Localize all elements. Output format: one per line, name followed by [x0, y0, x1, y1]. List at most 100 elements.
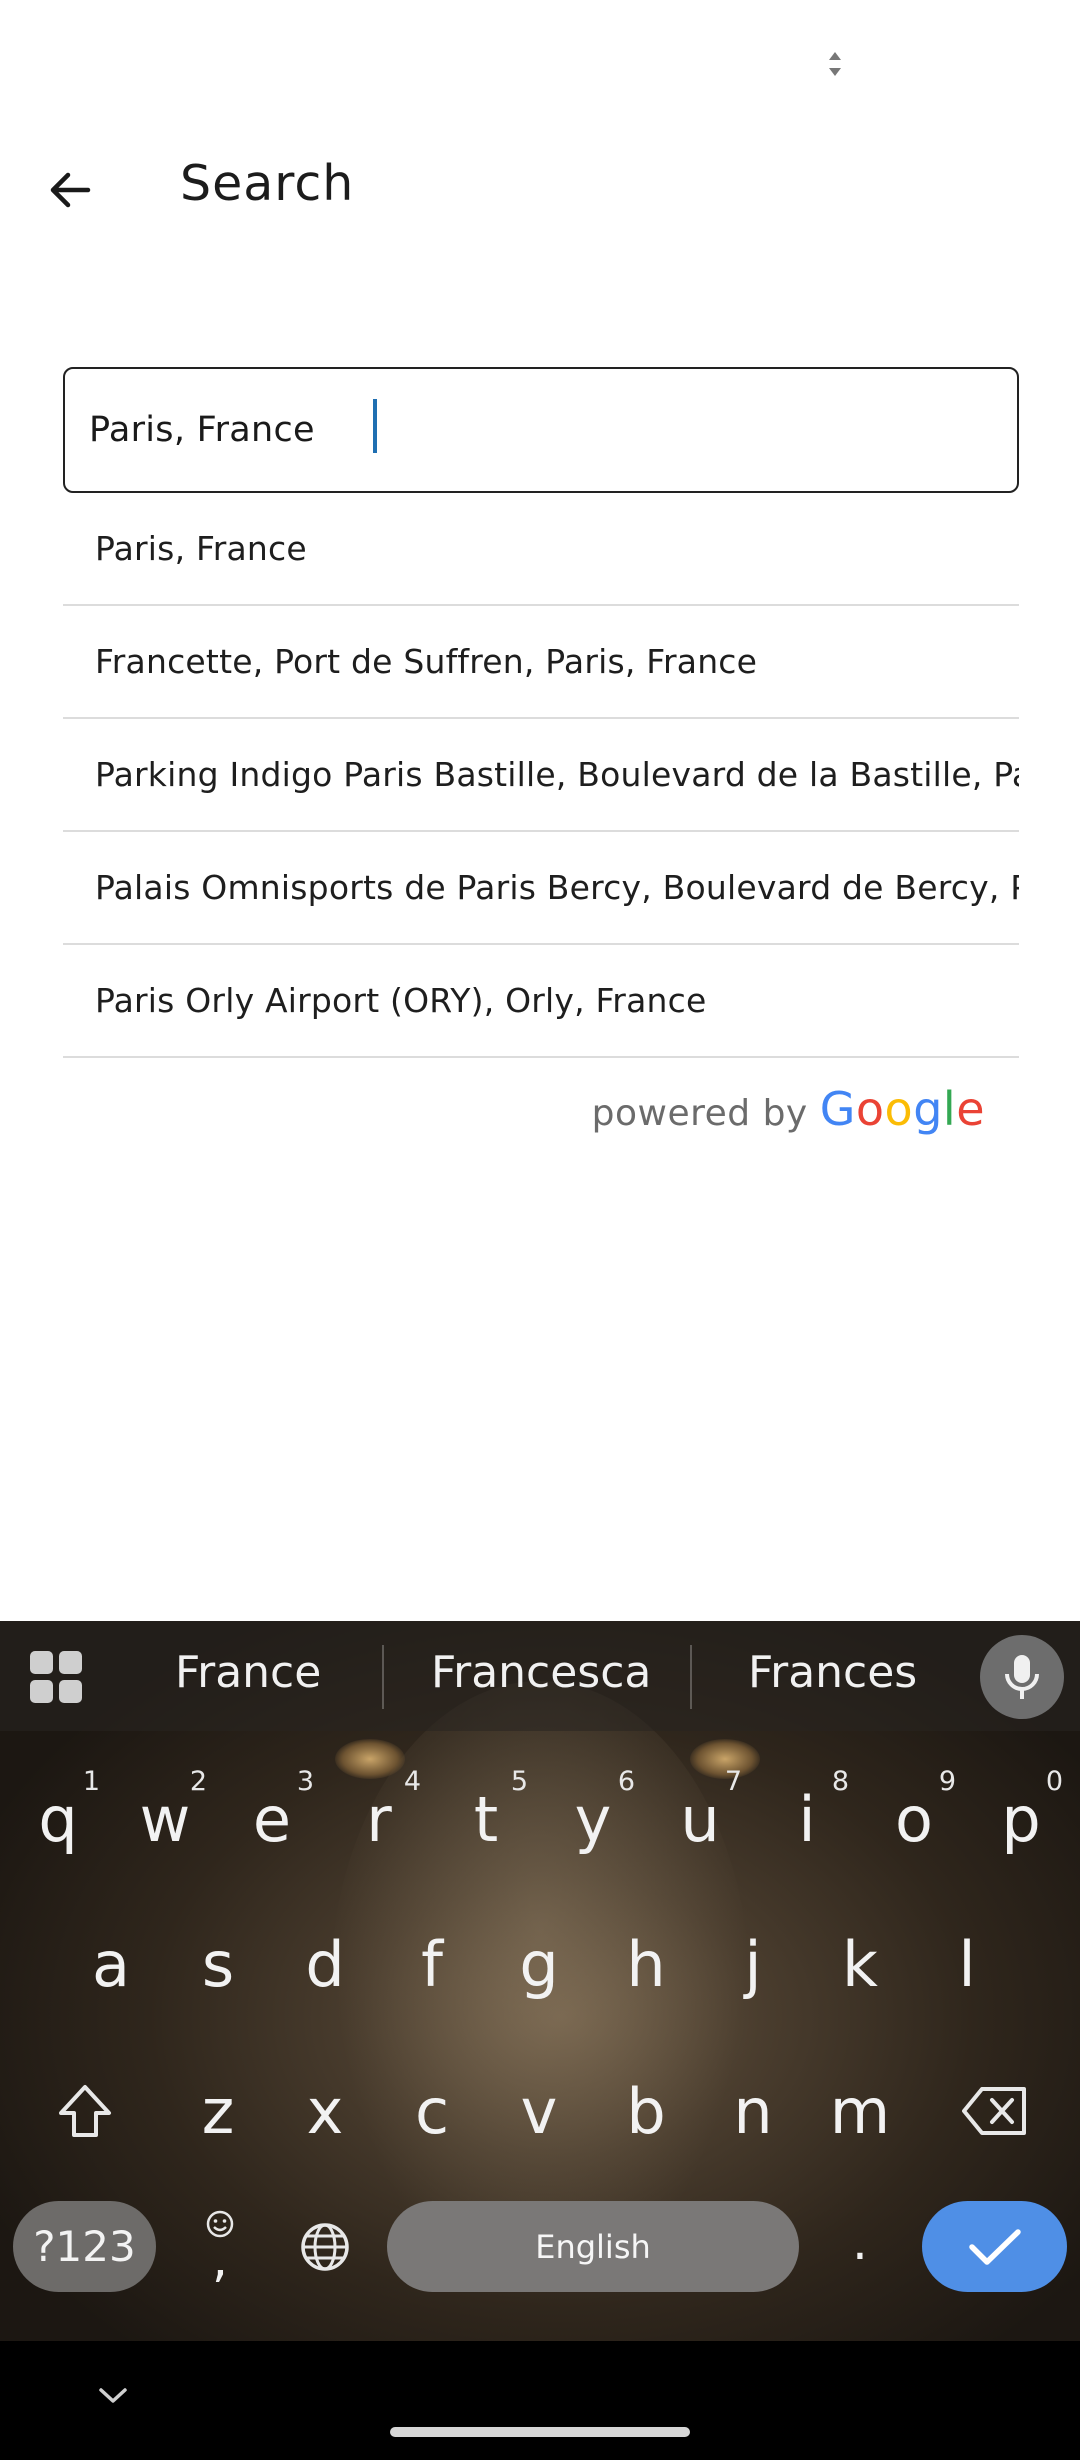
search-input[interactable] — [89, 369, 969, 491]
globe-icon — [301, 2222, 349, 2271]
language-key[interactable] — [285, 2201, 365, 2292]
word-suggestion[interactable]: Frances — [748, 1647, 917, 1698]
key-number-hint: 0 — [1045, 1766, 1063, 1797]
text-cursor — [373, 399, 377, 453]
key-number-hint: 8 — [831, 1766, 849, 1797]
suggestion-label: Francette, Port de Suffren, Paris, Franc… — [95, 642, 758, 681]
google-logo-letter: G — [819, 1082, 856, 1136]
back-button[interactable] — [28, 148, 112, 232]
data-activity-icon — [829, 52, 841, 76]
key-number-hint: 4 — [403, 1766, 421, 1797]
comma-emoji-key[interactable]: , — [190, 2189, 250, 2299]
google-logo: Google — [820, 1082, 985, 1136]
checkmark-icon — [968, 2228, 1021, 2265]
key-k[interactable]: k — [810, 1911, 910, 2019]
key-label: z — [201, 2075, 235, 2148]
key-g[interactable]: g — [489, 1911, 589, 2019]
key-n[interactable]: n — [703, 2058, 803, 2166]
key-number-hint: 2 — [189, 1766, 207, 1797]
key-label: b — [626, 2075, 666, 2148]
key-number-hint: 1 — [82, 1766, 100, 1797]
key-j[interactable]: j — [703, 1911, 803, 2019]
suggestion-label: Paris Orly Airport (ORY), Orly, France — [95, 981, 707, 1020]
key-a[interactable]: a — [61, 1911, 161, 2019]
search-field[interactable] — [63, 367, 1019, 493]
attribution-prefix: powered by — [591, 1093, 808, 1134]
suggestion-item[interactable]: Parking Indigo Paris Bastille, Boulevard… — [63, 719, 1019, 832]
comma-label: , — [212, 2230, 228, 2288]
key-h[interactable]: h — [596, 1911, 696, 2019]
key-y[interactable]: y6 — [543, 1766, 643, 1874]
key-i[interactable]: i8 — [757, 1766, 857, 1874]
key-t[interactable]: t5 — [436, 1766, 536, 1874]
google-logo-letter: o — [855, 1082, 885, 1136]
word-suggestion[interactable]: France — [175, 1647, 321, 1698]
key-w[interactable]: w2 — [115, 1766, 215, 1874]
key-s[interactable]: s — [168, 1911, 268, 2019]
key-m[interactable]: m — [810, 2058, 910, 2166]
key-f[interactable]: f — [382, 1911, 482, 2019]
key-label: a — [92, 1928, 130, 2001]
enter-key[interactable] — [922, 2201, 1067, 2292]
key-label: n — [733, 2075, 773, 2148]
key-number-hint: 3 — [296, 1766, 314, 1797]
shift-key[interactable] — [30, 2061, 140, 2161]
key-label: d — [305, 1928, 345, 2001]
key-number-hint: 6 — [617, 1766, 635, 1797]
key-l[interactable]: l — [917, 1911, 1017, 2019]
suggestion-item[interactable]: Paris Orly Airport (ORY), Orly, France — [63, 945, 1019, 1058]
shift-icon — [59, 2085, 111, 2137]
key-label: m — [829, 2075, 891, 2148]
key-number-hint: 5 — [510, 1766, 528, 1797]
home-gesture-handle[interactable] — [390, 2427, 690, 2437]
key-label: c — [414, 2075, 450, 2148]
key-e[interactable]: e3 — [222, 1766, 322, 1874]
google-logo-letter: l — [942, 1082, 957, 1136]
suggestion-item[interactable]: Francette, Port de Suffren, Paris, Franc… — [63, 606, 1019, 719]
suggestion-label: Parking Indigo Paris Bastille, Boulevard… — [95, 755, 1019, 794]
key-v[interactable]: v — [489, 2058, 589, 2166]
suggestion-label: Palais Omnisports de Paris Bercy, Boulev… — [95, 868, 1019, 907]
system-navigation-bar — [0, 2341, 1080, 2460]
suggestion-item[interactable]: Paris, France — [63, 493, 1019, 606]
key-d[interactable]: d — [275, 1911, 375, 2019]
key-x[interactable]: x — [275, 2058, 375, 2166]
page-title: Search — [180, 155, 355, 212]
arrow-left-icon — [50, 172, 91, 208]
key-label: h — [626, 1928, 666, 2001]
period-key[interactable]: . — [830, 2196, 890, 2287]
key-label: k — [842, 1928, 878, 2001]
keyboard-suggestion-bar: France Francesca Frances — [0, 1621, 1080, 1731]
key-label: v — [520, 2075, 558, 2148]
voice-input-button[interactable] — [980, 1635, 1064, 1719]
key-label: g — [519, 1928, 559, 2001]
suggestion-list: Paris, France Francette, Port de Suffren… — [63, 493, 1019, 1058]
key-b[interactable]: b — [596, 2058, 696, 2166]
key-c[interactable]: c — [382, 2058, 482, 2166]
word-suggestion[interactable]: Francesca — [431, 1647, 651, 1698]
key-number-hint: 9 — [938, 1766, 956, 1797]
key-label: l — [958, 1928, 976, 2001]
key-label: j — [744, 1928, 762, 2001]
status-bar — [0, 0, 1080, 130]
key-u[interactable]: u7 — [650, 1766, 750, 1874]
google-logo-letter: e — [956, 1082, 985, 1136]
key-label: f — [421, 1928, 443, 2001]
key-z[interactable]: z — [168, 2058, 268, 2166]
backspace-icon — [962, 2087, 1026, 2135]
keyboard-apps-grid-icon[interactable] — [30, 1651, 82, 1703]
chevron-down-icon[interactable] — [96, 2385, 130, 2407]
key-p[interactable]: p0 — [971, 1766, 1071, 1874]
symbols-key[interactable]: ?123 — [13, 2201, 156, 2292]
space-key[interactable]: English — [387, 2201, 799, 2292]
key-q[interactable]: q1 — [8, 1766, 108, 1874]
key-o[interactable]: o9 — [864, 1766, 964, 1874]
key-number-hint: 7 — [724, 1766, 742, 1797]
suggestion-divider — [382, 1645, 384, 1709]
backspace-key[interactable] — [940, 2061, 1050, 2161]
suggestion-item[interactable]: Palais Omnisports de Paris Bercy, Boulev… — [63, 832, 1019, 945]
key-label: s — [201, 1928, 235, 2001]
powered-by-google-attribution: powered by Google — [592, 1082, 985, 1142]
app-bar: Search — [0, 130, 1080, 240]
key-r[interactable]: r4 — [329, 1766, 429, 1874]
